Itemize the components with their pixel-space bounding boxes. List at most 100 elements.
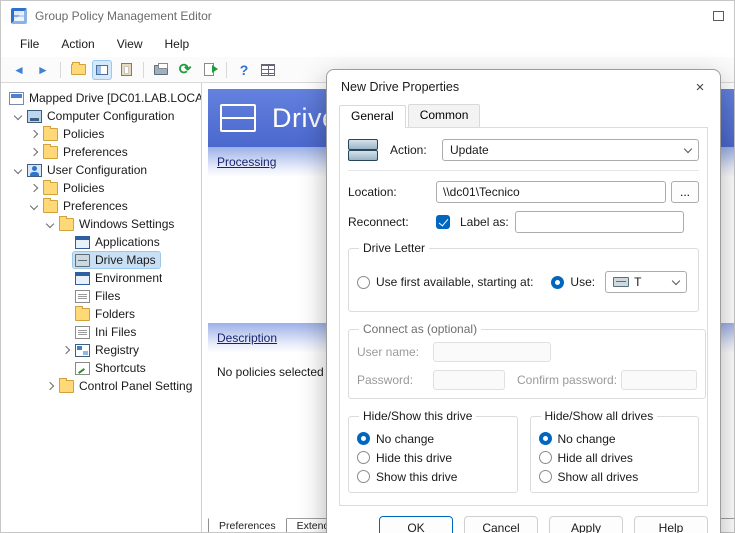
chevron-down-icon[interactable] xyxy=(11,163,25,177)
console-tree-toggle-icon[interactable] xyxy=(92,60,112,80)
radio-icon[interactable] xyxy=(539,451,552,464)
all-no-change-option[interactable]: No change xyxy=(539,429,691,448)
menu-action[interactable]: Action xyxy=(50,33,105,55)
folder-icon xyxy=(43,128,58,141)
hide-show-all-drives-group: Hide/Show all drives No change Hide all … xyxy=(530,409,700,493)
use-first-available-radio[interactable] xyxy=(357,276,370,289)
hide-all-drives-option[interactable]: Hide all drives xyxy=(539,448,691,467)
this-no-change-label: No change xyxy=(376,432,434,446)
radio-icon[interactable] xyxy=(357,451,370,464)
all-no-change-label: No change xyxy=(558,432,616,446)
password-row: Password: Confirm password: xyxy=(357,370,697,390)
tree-item-shortcuts[interactable]: Shortcuts xyxy=(1,359,201,377)
close-icon[interactable]: × xyxy=(680,72,720,102)
tree-item-windows-settings[interactable]: Windows Settings xyxy=(1,215,201,233)
menu-help[interactable]: Help xyxy=(154,33,201,55)
dialog-tab-strip: General Common xyxy=(327,104,720,127)
location-input[interactable] xyxy=(436,181,666,203)
radio-icon[interactable] xyxy=(539,432,552,445)
menu-file[interactable]: File xyxy=(9,33,50,55)
maximize-button[interactable] xyxy=(713,11,724,21)
chevron-right-icon[interactable] xyxy=(43,379,57,393)
chevron-right-icon[interactable] xyxy=(27,145,41,159)
chevron-right-icon[interactable] xyxy=(27,127,41,141)
refresh-icon[interactable]: ⟳ xyxy=(175,60,195,80)
browse-button[interactable]: ... xyxy=(671,181,699,203)
show-all-drives-option[interactable]: Show all drives xyxy=(539,467,691,486)
help-button[interactable]: Help xyxy=(634,516,708,533)
reconnect-checkbox[interactable] xyxy=(436,215,450,229)
grid-icon xyxy=(261,64,275,76)
location-row: Location: ... xyxy=(348,181,699,203)
radio-icon[interactable] xyxy=(357,432,370,445)
tree-item-control-panel-settings[interactable]: Control Panel Setting xyxy=(1,377,201,395)
toolbar-separator xyxy=(143,62,144,78)
tree-item-computer-configuration[interactable]: Computer Configuration xyxy=(1,107,201,125)
action-dropdown[interactable]: Update xyxy=(442,139,699,161)
chevron-right-icon[interactable] xyxy=(59,343,73,357)
tree-item-files[interactable]: Files xyxy=(1,287,201,305)
description-link[interactable]: Description xyxy=(217,331,277,345)
use-radio[interactable] xyxy=(551,276,564,289)
this-no-change-option[interactable]: No change xyxy=(357,429,509,448)
chevron-down-icon[interactable] xyxy=(43,217,57,231)
menu-view[interactable]: View xyxy=(106,33,154,55)
location-label: Location: xyxy=(348,185,436,199)
up-one-level-icon[interactable] xyxy=(68,60,88,80)
chevron-icon xyxy=(59,271,73,285)
radio-icon[interactable] xyxy=(357,470,370,483)
help-icon[interactable]: ? xyxy=(234,60,254,80)
properties-icon[interactable] xyxy=(116,60,136,80)
cancel-button[interactable]: Cancel xyxy=(464,516,538,533)
title-bar: Group Policy Management Editor xyxy=(1,1,734,31)
tree-item-root[interactable]: Mapped Drive [DC01.LAB.LOCA xyxy=(1,89,201,107)
tab-general[interactable]: General xyxy=(339,105,406,128)
confirm-password-input[interactable] xyxy=(621,370,697,390)
hide-this-drive-option[interactable]: Hide this drive xyxy=(357,448,509,467)
use-first-available-label: Use first available, starting at: xyxy=(376,275,533,289)
pane-icon xyxy=(96,65,108,75)
tree-item-preferences[interactable]: Preferences xyxy=(1,143,201,161)
export-list-icon[interactable] xyxy=(199,60,219,80)
apply-button[interactable]: Apply xyxy=(549,516,623,533)
dialog-button-row: OK Cancel Apply Help xyxy=(327,506,720,533)
tree-item-applications[interactable]: Applications xyxy=(1,233,201,251)
password-input[interactable] xyxy=(433,370,505,390)
label-as-input[interactable] xyxy=(515,211,684,233)
show-this-drive-option[interactable]: Show this drive xyxy=(357,467,509,486)
user-name-input[interactable] xyxy=(433,342,551,362)
radio-icon[interactable] xyxy=(539,470,552,483)
back-icon[interactable]: ◄ xyxy=(9,60,29,80)
tab-preferences[interactable]: Preferences xyxy=(208,518,287,532)
dialog-title: New Drive Properties xyxy=(341,80,459,94)
tree-item-folders[interactable]: Folders xyxy=(1,305,201,323)
chevron-down-icon[interactable] xyxy=(11,109,25,123)
chevron-down-icon[interactable] xyxy=(27,199,41,213)
general-tab-page: Action: Update Location: ... Reconnect: … xyxy=(339,127,708,506)
print-icon[interactable] xyxy=(151,60,171,80)
folder-icon xyxy=(59,218,74,231)
forward-icon[interactable]: ► xyxy=(33,60,53,80)
reconnect-label: Reconnect: xyxy=(348,215,436,229)
tree-item-ini-files[interactable]: Ini Files xyxy=(1,323,201,341)
tree-item-drive-maps[interactable]: Drive Maps xyxy=(1,251,201,269)
applications-icon xyxy=(75,236,90,249)
chevron-right-icon[interactable] xyxy=(27,181,41,195)
clipboard-icon xyxy=(121,63,132,76)
list-view-icon[interactable] xyxy=(258,60,278,80)
tree-item-environment[interactable]: Environment xyxy=(1,269,201,287)
folder-icon xyxy=(43,200,58,213)
tree-item-user-configuration[interactable]: User Configuration xyxy=(1,161,201,179)
tree-item-registry[interactable]: Registry xyxy=(1,341,201,359)
tree-item-preferences-user[interactable]: Preferences xyxy=(1,197,201,215)
dialog-title-bar: New Drive Properties × xyxy=(327,70,720,104)
drive-letter-value: T xyxy=(634,275,641,289)
tree-item-policies-user[interactable]: Policies xyxy=(1,179,201,197)
drive-letter-dropdown[interactable]: T xyxy=(605,271,687,293)
ok-button[interactable]: OK xyxy=(379,516,453,533)
tree-item-policies[interactable]: Policies xyxy=(1,125,201,143)
window-title: Group Policy Management Editor xyxy=(35,9,212,23)
password-label: Password: xyxy=(357,373,433,387)
processing-link[interactable]: Processing xyxy=(217,155,276,169)
tab-common[interactable]: Common xyxy=(408,104,481,127)
